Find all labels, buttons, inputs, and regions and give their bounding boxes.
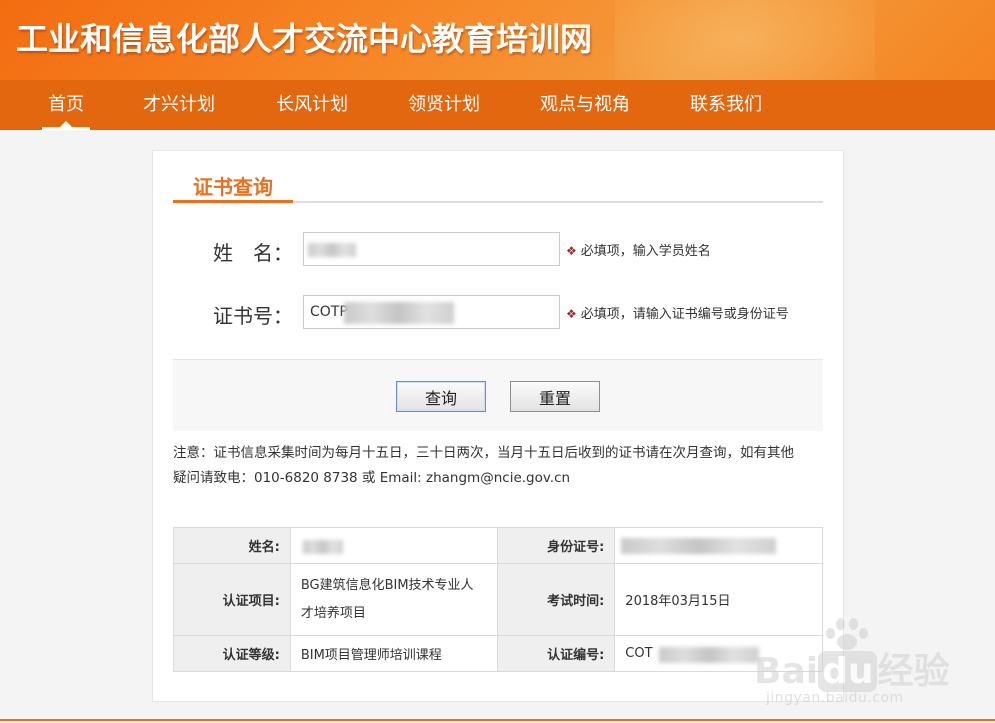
result-name-value — [289, 527, 499, 564]
notice-text: 注意：证书信息采集时间为每月十五日，三十日两次，当月十五日后收到的证书请在次月查… — [173, 441, 823, 491]
nav-item-changfeng[interactable]: 长风计划 — [276, 80, 348, 130]
result-name-label: 姓名: — [173, 527, 291, 564]
section-title: 证书查询 — [193, 175, 273, 199]
required-icon: ❖ — [566, 244, 577, 258]
result-level-value: BIM项目管理师培训课程 — [289, 635, 499, 672]
footer-divider — [0, 719, 995, 721]
cert-label: 证书号： — [213, 304, 293, 328]
redacted-cert — [344, 302, 454, 324]
site-title[interactable]: 工业和信息化部人才交流中心教育培训网 — [16, 14, 592, 60]
notice-line-2: 疑问请致电：010-6820 8738 或 Email: zhangm@ncie… — [173, 470, 571, 486]
redacted-result-name — [302, 540, 343, 554]
nav-item-home[interactable]: 首页 — [42, 80, 90, 130]
table-row: 认证项目: BG建筑信息化BIM技术专业人 才培养项目 考试时间: 2018年0… — [173, 563, 823, 636]
redacted-name — [308, 243, 356, 257]
cert-input-value: COTP — [310, 304, 348, 320]
main-nav: 首页 才兴计划 长风计划 领贤计划 观点与视角 联系我们 — [0, 80, 995, 130]
result-project-label: 认证项目: — [173, 563, 291, 636]
result-cert-no-label: 认证编号: — [497, 635, 616, 672]
query-button[interactable]: 查询 — [396, 381, 486, 412]
header-glow-decoration — [615, 0, 875, 80]
cert-input[interactable]: COTP — [303, 295, 560, 329]
site-header: 工业和信息化部人才交流中心教育培训网 — [0, 0, 995, 80]
required-icon: ❖ — [566, 307, 577, 321]
nav-item-contact[interactable]: 联系我们 — [690, 80, 762, 130]
baidu-jingyan-watermark: Bai du 经验 jingyan.baidu.com — [754, 618, 950, 708]
result-exam-time-label: 考试时间: — [497, 563, 616, 636]
result-project-value: BG建筑信息化BIM技术专业人 才培养项目 — [289, 563, 499, 636]
result-id-label: 身份证号: — [497, 527, 616, 564]
cert-hint: ❖ 必填项，请输入证书编号或身份证号 — [566, 307, 789, 322]
reset-button[interactable]: 重置 — [510, 381, 600, 412]
certificate-query-panel: 证书查询 姓 名： ❖ 必填项，输入学员姓名 证书号： COTP ❖ 必填项，请输入… — [152, 150, 844, 702]
section-divider-accent — [173, 200, 293, 203]
name-label: 姓 名： — [213, 241, 293, 265]
result-table: 姓名: 身份证号: 认证项目: BG建筑信息化BIM技术专业人 才培养项目 考试… — [173, 527, 823, 672]
redacted-cert-number — [659, 647, 760, 663]
button-bar: 查询 重置 — [173, 359, 823, 431]
notice-line-1: 注意：证书信息采集时间为每月十五日，三十日两次，当月十五日后收到的证书请在次月查… — [173, 445, 794, 461]
table-row: 姓名: 身份证号: — [173, 527, 823, 564]
nav-item-viewpoints[interactable]: 观点与视角 — [540, 80, 630, 130]
name-hint: ❖ 必填项，输入学员姓名 — [566, 244, 711, 259]
table-row: 认证等级: BIM项目管理师培训课程 认证编号: COT — [173, 635, 823, 672]
watermark-url: jingyan.baidu.com — [766, 690, 904, 706]
redacted-id-number — [621, 538, 777, 554]
nav-item-caixing[interactable]: 才兴计划 — [143, 80, 215, 130]
result-level-label: 认证等级: — [173, 635, 291, 672]
watermark-logo-text: Bai du 经验 — [754, 651, 950, 692]
result-id-value — [614, 527, 823, 564]
nav-item-lingxian[interactable]: 领贤计划 — [408, 80, 480, 130]
name-input[interactable] — [303, 232, 560, 266]
